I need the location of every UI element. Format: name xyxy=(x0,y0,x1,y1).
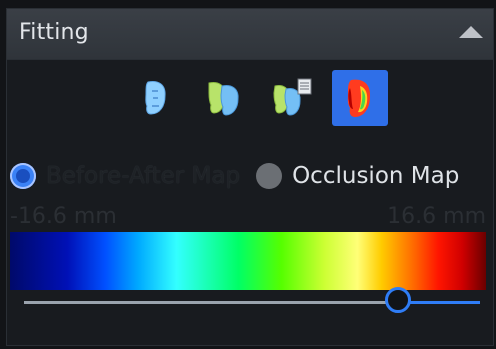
face-single-icon xyxy=(145,81,166,115)
map-mode-group: Before-After Map Occlusion Map xyxy=(10,153,486,199)
range-min-label: -16.6 mm xyxy=(10,204,117,229)
heatmap-face-icon xyxy=(347,79,371,117)
radio-occlusion-map[interactable]: Occlusion Map xyxy=(256,163,459,189)
face-single-button[interactable] xyxy=(128,70,184,126)
radio-before-after-map[interactable]: Before-After Map xyxy=(10,163,240,189)
face-compare-report-button[interactable] xyxy=(264,70,320,126)
heatmap-face-button[interactable] xyxy=(332,70,388,126)
triangle-up-icon[interactable] xyxy=(459,26,483,38)
slider-thumb[interactable] xyxy=(385,287,411,313)
threshold-slider[interactable] xyxy=(24,287,480,313)
panel-title: Fitting xyxy=(19,20,89,45)
occlusion-map-label: Occlusion Map xyxy=(292,163,460,189)
view-toolbar xyxy=(128,70,388,126)
before-after-map-label: Before-After Map xyxy=(46,163,241,189)
panel-header[interactable]: Fitting xyxy=(7,9,493,60)
face-overlay-icon xyxy=(208,82,239,116)
range-max-label: 16.6 mm xyxy=(387,204,486,229)
radio-selected-icon[interactable] xyxy=(10,163,36,189)
face-compare-report-icon xyxy=(273,78,312,116)
range-labels: -16.6 mm 16.6 mm xyxy=(10,204,486,230)
slider-fill xyxy=(24,301,398,304)
radio-unselected-icon[interactable] xyxy=(256,163,283,189)
face-overlay-button[interactable] xyxy=(196,70,252,126)
color-scale-bar xyxy=(10,232,486,290)
